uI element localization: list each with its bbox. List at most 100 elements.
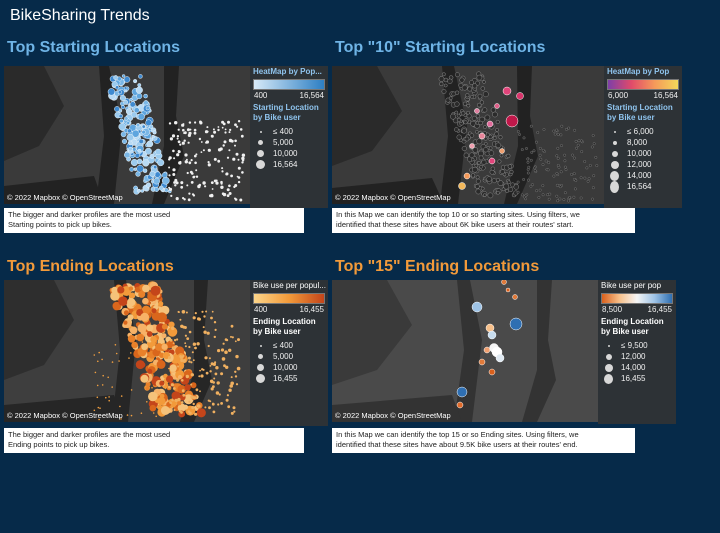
location-marker[interactable] xyxy=(180,401,184,404)
location-marker[interactable] xyxy=(192,402,195,406)
location-marker[interactable] xyxy=(562,198,566,201)
location-marker[interactable] xyxy=(123,99,129,105)
location-marker[interactable] xyxy=(142,159,150,167)
location-marker[interactable] xyxy=(573,187,577,191)
location-marker[interactable] xyxy=(484,114,491,121)
location-marker[interactable] xyxy=(120,395,123,397)
location-marker[interactable] xyxy=(150,336,157,343)
location-marker[interactable] xyxy=(209,365,212,367)
location-marker[interactable] xyxy=(217,128,220,132)
location-marker[interactable] xyxy=(190,181,194,184)
location-marker[interactable] xyxy=(190,373,194,377)
location-marker[interactable] xyxy=(183,198,186,201)
location-marker[interactable] xyxy=(556,199,560,203)
location-marker[interactable] xyxy=(476,138,483,145)
location-marker[interactable] xyxy=(119,405,121,408)
location-marker[interactable] xyxy=(475,130,479,134)
location-marker[interactable] xyxy=(137,148,142,153)
location-marker[interactable] xyxy=(230,324,234,328)
location-marker[interactable] xyxy=(223,364,226,368)
location-marker[interactable] xyxy=(172,173,176,176)
location-marker[interactable] xyxy=(206,126,209,129)
location-marker[interactable] xyxy=(536,131,540,134)
location-marker[interactable] xyxy=(184,345,187,348)
location-marker[interactable] xyxy=(228,149,231,152)
location-marker[interactable] xyxy=(542,128,546,131)
location-marker[interactable] xyxy=(186,171,189,175)
location-marker[interactable] xyxy=(169,338,173,342)
location-marker[interactable] xyxy=(541,193,545,197)
location-marker[interactable] xyxy=(191,172,194,175)
location-marker[interactable] xyxy=(186,158,188,161)
location-marker[interactable] xyxy=(210,134,213,137)
location-marker[interactable] xyxy=(170,326,175,331)
location-marker[interactable] xyxy=(127,140,133,146)
location-marker[interactable] xyxy=(585,166,589,170)
location-marker[interactable] xyxy=(458,82,464,88)
location-marker[interactable] xyxy=(443,77,449,83)
location-marker[interactable] xyxy=(200,151,203,153)
location-marker[interactable] xyxy=(149,153,155,159)
location-marker[interactable] xyxy=(173,181,177,184)
location-marker[interactable] xyxy=(140,189,145,193)
location-marker[interactable] xyxy=(190,395,194,399)
location-marker[interactable] xyxy=(188,192,191,195)
location-marker[interactable] xyxy=(187,198,191,202)
location-marker[interactable] xyxy=(188,330,192,334)
location-marker[interactable] xyxy=(499,153,504,158)
location-marker[interactable] xyxy=(580,150,584,154)
location-marker[interactable] xyxy=(475,178,481,184)
location-marker[interactable] xyxy=(172,168,176,172)
location-marker[interactable] xyxy=(168,158,171,161)
location-marker[interactable] xyxy=(171,134,176,138)
location-marker[interactable] xyxy=(516,190,520,194)
location-marker[interactable] xyxy=(450,113,456,120)
location-marker[interactable] xyxy=(471,115,477,121)
location-marker[interactable] xyxy=(153,177,160,185)
location-marker[interactable] xyxy=(138,74,143,79)
location-marker[interactable] xyxy=(174,184,177,187)
location-marker[interactable] xyxy=(190,383,193,386)
location-marker[interactable] xyxy=(466,110,470,115)
location-marker[interactable] xyxy=(129,167,134,172)
location-marker[interactable] xyxy=(538,153,542,157)
location-marker[interactable] xyxy=(116,76,122,82)
location-marker[interactable] xyxy=(220,348,225,352)
location-marker[interactable] xyxy=(533,166,537,170)
location-marker[interactable] xyxy=(236,366,241,371)
location-marker[interactable] xyxy=(538,188,542,192)
location-marker[interactable] xyxy=(495,128,499,132)
location-marker[interactable] xyxy=(161,172,168,179)
location-marker[interactable] xyxy=(135,360,145,370)
location-marker[interactable] xyxy=(205,371,209,375)
location-marker[interactable] xyxy=(173,157,176,160)
location-marker[interactable] xyxy=(588,164,592,167)
location-marker[interactable] xyxy=(557,165,561,169)
location-marker[interactable] xyxy=(193,128,197,132)
location-marker[interactable] xyxy=(212,385,215,388)
location-marker[interactable] xyxy=(164,188,169,193)
location-marker[interactable] xyxy=(482,91,489,98)
location-marker[interactable] xyxy=(482,193,487,197)
location-marker[interactable] xyxy=(231,336,234,339)
location-marker[interactable] xyxy=(226,194,230,198)
location-marker[interactable] xyxy=(484,142,488,146)
location-marker[interactable] xyxy=(194,412,198,416)
location-marker[interactable] xyxy=(187,141,190,144)
location-marker[interactable] xyxy=(193,131,197,135)
location-marker[interactable] xyxy=(175,181,179,185)
location-marker[interactable] xyxy=(556,156,560,160)
location-marker[interactable] xyxy=(560,124,564,128)
location-marker[interactable] xyxy=(531,183,534,187)
location-marker[interactable] xyxy=(522,136,526,140)
location-marker[interactable] xyxy=(148,391,158,402)
location-marker[interactable] xyxy=(241,159,245,162)
location-marker[interactable] xyxy=(470,173,476,178)
location-marker[interactable] xyxy=(126,121,130,125)
location-marker[interactable] xyxy=(476,102,482,108)
location-marker[interactable] xyxy=(128,286,134,291)
location-marker[interactable] xyxy=(229,128,232,131)
location-marker[interactable] xyxy=(228,192,232,195)
location-marker[interactable] xyxy=(204,406,207,409)
location-marker[interactable] xyxy=(176,379,179,382)
